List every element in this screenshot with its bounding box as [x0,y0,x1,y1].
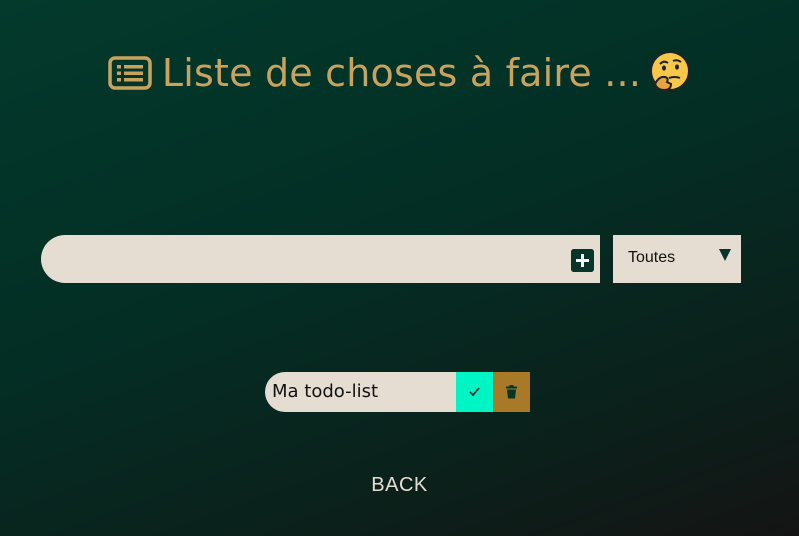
back-link[interactable]: BACK [371,474,427,496]
trash-icon [506,385,517,399]
todo-text-container: Ma todo-list [265,372,456,412]
add-todo-button[interactable] [571,249,594,272]
list-icon [108,54,152,90]
filter-selected-value: Toutes [628,249,676,266]
complete-todo-button[interactable] [456,372,493,412]
todo-text: Ma todo-list [272,381,379,402]
todo-item: Ma todo-list [265,372,530,412]
delete-todo-button[interactable] [493,372,530,412]
chevron-down-icon [719,249,731,261]
todo-form: Toutes [41,235,741,285]
filter-select[interactable]: Toutes [613,235,741,283]
todo-input-container [41,235,600,285]
todo-input[interactable] [61,235,565,285]
plus-square-icon [571,249,594,272]
check-icon [469,387,480,397]
page-title: Liste de choses à faire ... [0,50,799,96]
page-title-text: Liste de choses à faire ... [161,51,642,95]
thinking-face-emoji-icon [649,50,691,92]
back-link-container: BACK [0,474,799,497]
